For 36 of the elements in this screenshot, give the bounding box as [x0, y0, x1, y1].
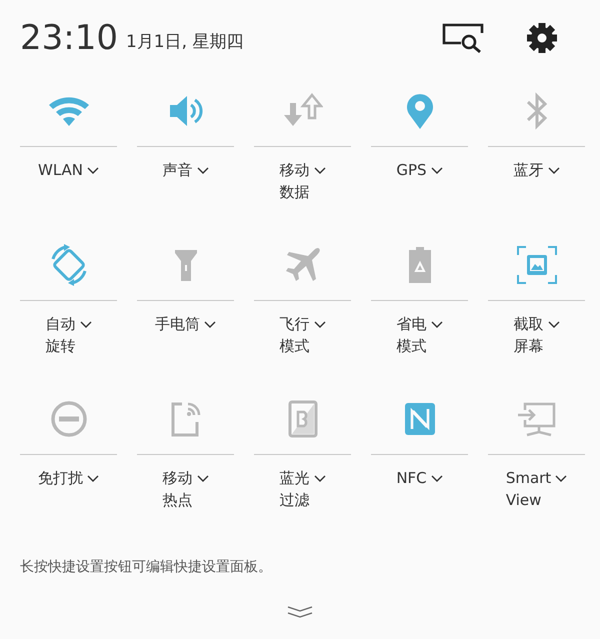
chevron-down-icon[interactable] [196, 475, 208, 483]
hint-text: 长按快捷设置按钮可编辑快捷设置面板。 [20, 558, 273, 576]
tile-label[interactable]: 移动 热点 [162, 467, 192, 511]
tile-label[interactable]: NFC [396, 467, 427, 489]
chevron-down-icon[interactable] [196, 167, 208, 175]
tile-label[interactable]: 蓝牙 [514, 159, 544, 181]
chevron-down-icon[interactable] [548, 321, 560, 329]
chevron-down-icon[interactable] [548, 167, 560, 175]
chevron-down-icon[interactable] [555, 475, 568, 483]
chevron-down-icon[interactable] [430, 321, 442, 329]
tile-label[interactable]: 飞行 模式 [280, 313, 310, 357]
chevron-down-icon[interactable] [430, 167, 443, 175]
chevron-down-icon[interactable] [87, 475, 99, 483]
tile-label[interactable]: 省电 模式 [396, 313, 426, 357]
tile-label[interactable]: 蓝光 过滤 [280, 467, 310, 511]
chevron-down-icon[interactable] [204, 321, 216, 329]
tile-label[interactable]: 声音 [162, 159, 192, 181]
tile-label[interactable]: 自动 旋转 [46, 313, 76, 357]
chevron-down-icon[interactable] [87, 167, 99, 175]
settings-icon[interactable] [526, 22, 558, 54]
double-chevron-icon[interactable] [287, 606, 313, 618]
tile-label[interactable]: Smart View [506, 467, 552, 511]
tile-label[interactable]: 移动 数据 [280, 159, 310, 203]
chevron-down-icon[interactable] [430, 475, 443, 483]
tile-label[interactable]: 免打扰 [38, 467, 83, 489]
tile-label[interactable]: WLAN [38, 159, 83, 181]
chevron-down-icon[interactable] [314, 475, 326, 483]
search-icon[interactable] [442, 23, 486, 53]
chevron-down-icon[interactable] [80, 321, 92, 329]
chevron-down-icon[interactable] [314, 167, 326, 175]
tile-label[interactable]: 截取 屏幕 [514, 313, 544, 357]
tile-label[interactable]: GPS [396, 159, 427, 181]
date-text: 1月1日, 星期四 [126, 30, 244, 52]
chevron-down-icon[interactable] [314, 321, 326, 329]
tile-label[interactable]: 手电筒 [155, 313, 200, 335]
clock-time: 23:10 [20, 18, 118, 58]
